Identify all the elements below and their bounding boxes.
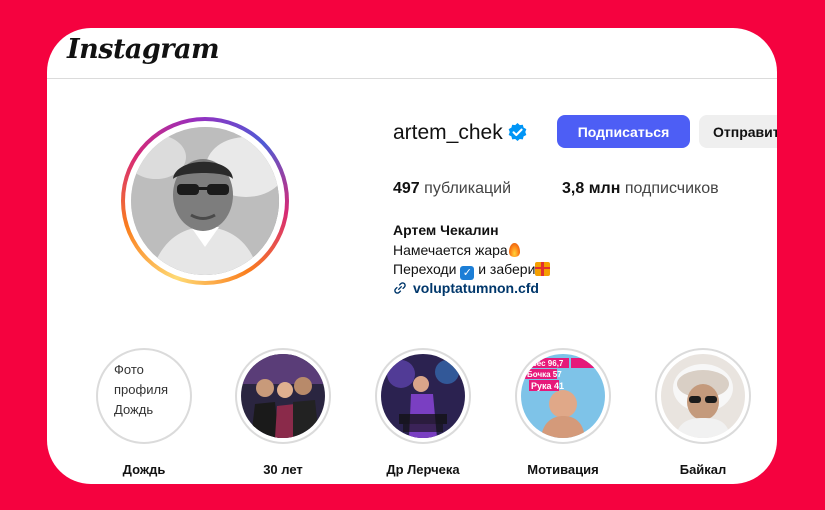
instagram-logo[interactable]: Instagram bbox=[67, 34, 220, 65]
highlight-label: Мотивация bbox=[527, 462, 599, 477]
highlight-baikal-photo-icon bbox=[661, 354, 745, 438]
bio-full-name: Артем Чекалин bbox=[393, 222, 499, 238]
highlight-label: 30 лет bbox=[263, 462, 303, 477]
gift-emoji bbox=[535, 262, 551, 276]
avatar-portrait-icon bbox=[131, 127, 279, 275]
posts-stat[interactable]: 497 публикаций bbox=[393, 180, 511, 198]
bio-line-2: Переходи ✓ и забери bbox=[393, 261, 551, 280]
profile-card: Instagram artem_chek Подписаться Отправи… bbox=[47, 28, 777, 484]
bio-line-2-text-a: Переходи bbox=[393, 261, 457, 277]
highlight-photo bbox=[241, 354, 325, 438]
overlay-text-2: Бочка 57 bbox=[527, 370, 562, 379]
highlight-item[interactable]: Вес 96,7 Бочка 57 Рука 41 Мотивация bbox=[515, 348, 611, 477]
highlight-label: Др Лерчека bbox=[386, 462, 460, 477]
message-button[interactable]: Отправить bbox=[699, 115, 777, 148]
highlight-label: Дождь bbox=[122, 462, 166, 477]
fire-emoji bbox=[508, 243, 520, 257]
highlight-photo: Вес 96,7 Бочка 57 Рука 41 bbox=[521, 354, 605, 438]
followers-count: 3,8 млн bbox=[562, 180, 621, 197]
bio-line-2-text-b: и забери bbox=[478, 261, 536, 277]
followers-stat[interactable]: 3,8 млн подписчиков bbox=[562, 180, 719, 198]
highlight-cover bbox=[655, 348, 751, 444]
follow-button[interactable]: Подписаться bbox=[557, 115, 690, 148]
highlight-label: Байкал bbox=[679, 462, 727, 477]
overlay-text-3: Рука 41 bbox=[531, 381, 564, 391]
highlight-cover: Фото профиля Дождь bbox=[96, 348, 192, 444]
posts-label: публикаций bbox=[424, 180, 512, 197]
bio-link[interactable]: voluptatumnon.cfd bbox=[393, 280, 539, 296]
highlight-motivation-photo-icon: Вес 96,7 Бочка 57 Рука 41 bbox=[521, 354, 605, 438]
bio-line-1-text: Намечается жара bbox=[393, 242, 508, 258]
highlight-broken-image: Фото профиля Дождь bbox=[102, 354, 186, 438]
overlay-text-1: Вес 96,7 bbox=[531, 359, 564, 368]
profile-avatar[interactable] bbox=[121, 117, 289, 285]
link-icon bbox=[394, 282, 406, 294]
broken-image-alt-text: Фото профиля Дождь bbox=[114, 362, 169, 417]
bio-link-text: voluptatumnon.cfd bbox=[413, 280, 539, 296]
followers-label: подписчиков bbox=[624, 180, 719, 197]
check-emoji: ✓ bbox=[460, 266, 475, 280]
bio-line-1: Намечается жара bbox=[393, 242, 520, 258]
avatar-border bbox=[125, 121, 285, 281]
top-bar: Instagram bbox=[47, 28, 777, 79]
avatar-photo bbox=[131, 127, 279, 275]
posts-count: 497 bbox=[393, 180, 420, 197]
profile-username: artem_chek bbox=[393, 121, 503, 144]
highlight-photo bbox=[661, 354, 745, 438]
highlight-party-photo-icon bbox=[241, 354, 325, 438]
highlight-cover bbox=[375, 348, 471, 444]
highlight-cover bbox=[235, 348, 331, 444]
highlight-cover: Вес 96,7 Бочка 57 Рука 41 bbox=[515, 348, 611, 444]
verified-badge-icon bbox=[508, 123, 527, 142]
highlight-birthday-photo-icon bbox=[381, 354, 465, 438]
highlight-item[interactable]: Фото профиля Дождь Дождь bbox=[96, 348, 192, 477]
highlight-item[interactable]: Байкал bbox=[655, 348, 751, 477]
highlight-photo bbox=[381, 354, 465, 438]
highlight-item[interactable]: 30 лет bbox=[235, 348, 331, 477]
highlight-item[interactable]: Др Лерчека bbox=[375, 348, 471, 477]
